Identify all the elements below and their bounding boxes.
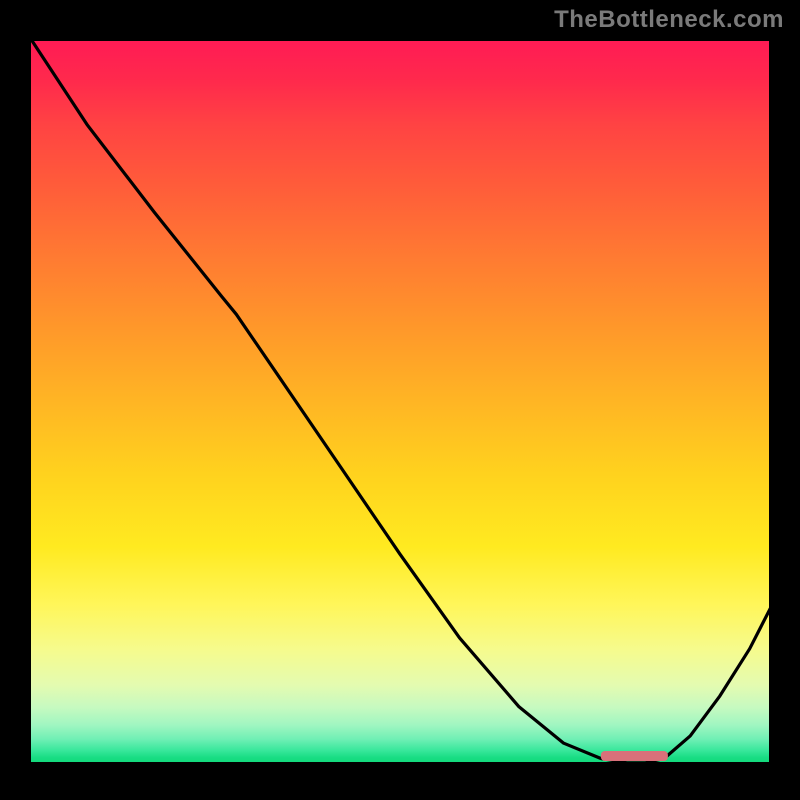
bottleneck-curve [30, 38, 772, 763]
stage: TheBottleneck.com [0, 0, 800, 800]
plot-area [28, 38, 772, 765]
watermark-text: TheBottleneck.com [554, 6, 784, 34]
optimal-band-marker [601, 751, 668, 761]
chart-overlay [28, 38, 772, 765]
